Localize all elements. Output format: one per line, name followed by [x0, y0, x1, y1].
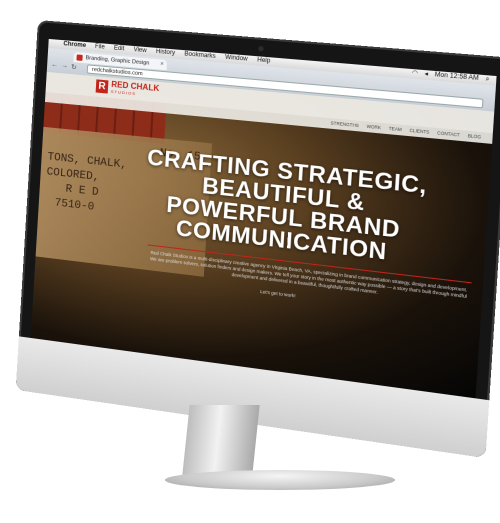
display: Chrome File Edit View History Bookmarks …	[30, 38, 497, 399]
monitor-stand-neck	[182, 405, 260, 475]
nav-blog[interactable]: Blog	[467, 131, 482, 143]
search-icon[interactable]: ⌕	[485, 75, 490, 85]
nav-contact[interactable]: Contact	[437, 128, 460, 141]
back-arrow-icon[interactable]: ←	[51, 61, 58, 70]
screen-assembly: Chrome File Edit View History Bookmarks …	[15, 20, 500, 459]
logo-mark-icon: R	[95, 79, 109, 94]
wifi-icon[interactable]: ◠	[412, 69, 418, 79]
favicon-icon	[76, 54, 83, 61]
cta-link[interactable]: Let's get to work!	[260, 289, 296, 299]
monitor-stand-foot	[165, 470, 395, 490]
volume-icon[interactable]: ◂	[424, 70, 428, 80]
nav-clients[interactable]: Clients	[409, 125, 430, 137]
nav-strengths[interactable]: Strengths	[330, 118, 359, 131]
nav-work[interactable]: Work	[366, 122, 381, 134]
reload-icon[interactable]: ↻	[71, 63, 77, 72]
nav-team[interactable]: Team	[388, 124, 402, 136]
forward-arrow-icon[interactable]: →	[61, 62, 68, 71]
camera-icon	[258, 45, 264, 52]
close-icon[interactable]: ×	[160, 59, 164, 70]
imac-monitor: Chrome File Edit View History Bookmarks …	[0, 0, 500, 523]
apple-icon[interactable]	[54, 39, 55, 48]
site-logo[interactable]: R RED CHALK STUDIOS	[95, 79, 160, 98]
